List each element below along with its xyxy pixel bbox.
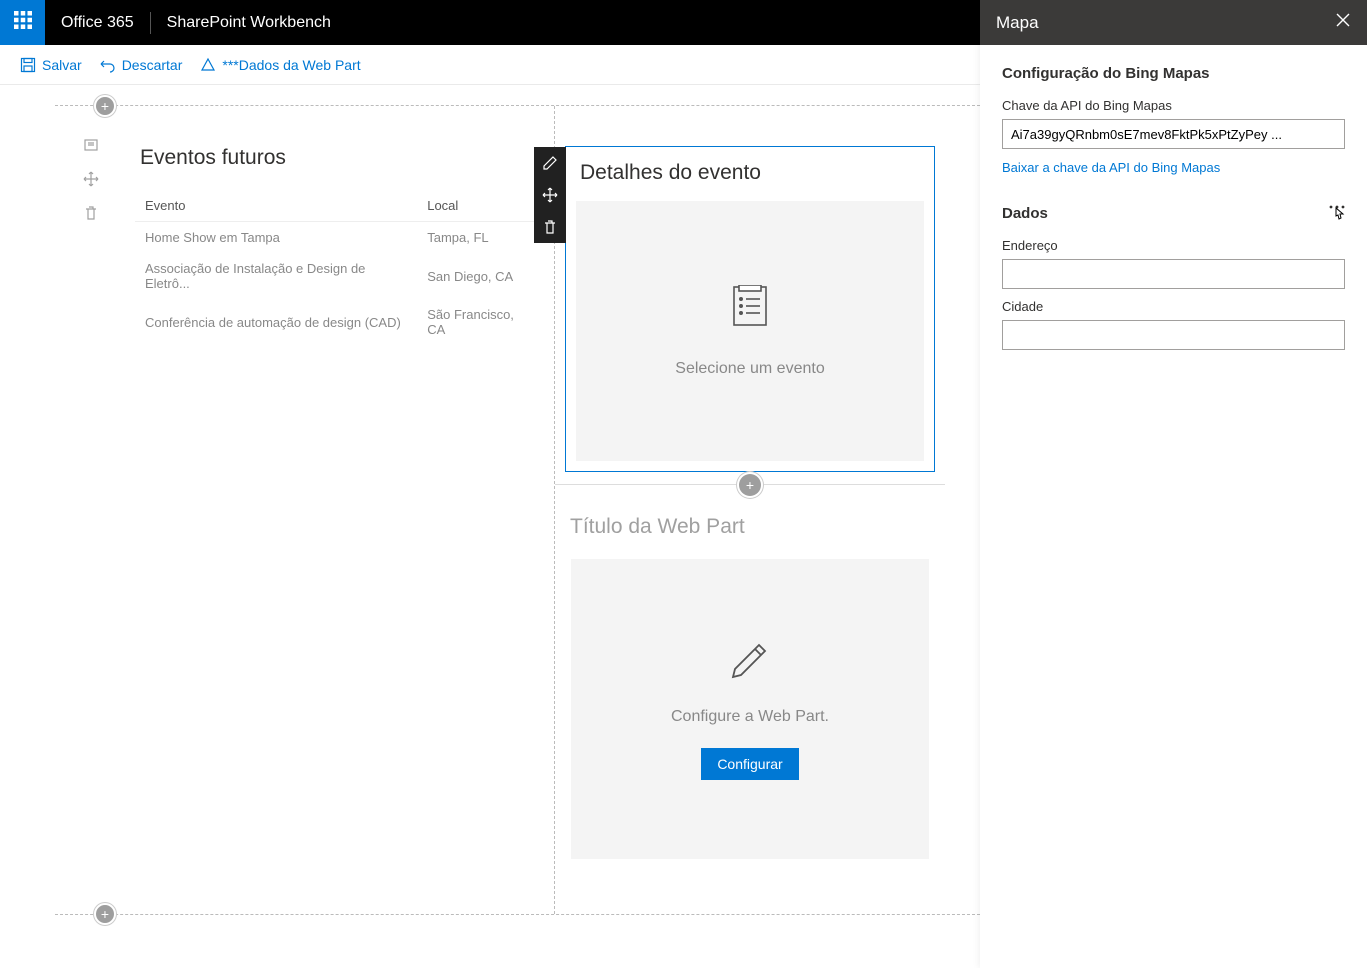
pencil-icon [729,639,771,686]
discard-button[interactable]: Descartar [100,57,183,73]
cell-event: Associação de Instalação e Design de Ele… [135,253,417,299]
address-input[interactable] [1002,259,1345,289]
list-icon [732,285,768,332]
webpart-separator: + [555,484,945,485]
discard-label: Descartar [122,57,183,73]
events-webpart-title: Eventos futuros [135,146,544,170]
add-section-top[interactable]: + [94,95,116,117]
city-label: Cidade [1002,299,1345,314]
move-webpart-button[interactable] [534,179,566,211]
api-key-input[interactable] [1002,119,1345,149]
webpart-toolbar [534,147,566,243]
event-details-webpart[interactable]: Detalhes do evento Selecione um evento [565,146,935,472]
canvas-wrapper: + + Eventos futuros Evento Local Home Sh… [0,85,980,968]
product-label: SharePoint Workbench [151,14,347,32]
config-webpart: Título da Web Part Configure a Web Part.… [565,515,935,859]
panel-body: Configuração do Bing Mapas Chave da API … [980,45,1367,380]
th-location[interactable]: Local [417,190,544,222]
canvas-zone: + + Eventos futuros Evento Local Home Sh… [55,105,980,915]
city-input[interactable] [1002,320,1345,350]
th-event[interactable]: Evento [135,190,417,222]
panel-header: Mapa [980,0,1367,45]
table-row[interactable]: Home Show em TampaTampa, FL [135,222,544,254]
detail-empty-message: Selecione um evento [675,360,824,378]
add-webpart-button[interactable]: + [739,474,761,496]
cursor-pointer-icon [1331,206,1347,227]
property-panel: Mapa Configuração do Bing Mapas Chave da… [980,0,1367,968]
configure-button[interactable]: Configurar [701,748,798,780]
panel-section-data: Dados [1002,205,1345,222]
webpart-data-button[interactable]: ***Dados da Web Part [200,57,360,73]
config-message: Configure a Web Part. [671,708,829,726]
table-row[interactable]: Conferência de automação de design (CAD)… [135,299,544,345]
save-button[interactable]: Salvar [20,57,82,73]
delete-webpart-button[interactable] [534,211,566,243]
download-api-key-link[interactable]: Baixar a chave da API do Bing Mapas [1002,160,1220,175]
cell-location: Tampa, FL [417,222,544,254]
cell-location: São Francisco, CA [417,299,544,345]
cell-event: Home Show em Tampa [135,222,417,254]
undo-icon [100,57,116,73]
brand-label: Office 365 [45,14,150,32]
cell-event: Conferência de automação de design (CAD) [135,299,417,345]
table-row[interactable]: Associação de Instalação e Design de Ele… [135,253,544,299]
panel-title: Mapa [996,13,1335,33]
config-webpart-body: Configure a Web Part. Configurar [571,559,929,859]
panel-section-bing: Configuração do Bing Mapas [1002,65,1345,82]
address-label: Endereço [1002,238,1345,253]
panel-close-button[interactable] [1335,12,1351,33]
webpart-data-label: ***Dados da Web Part [222,57,360,73]
save-label: Salvar [42,57,82,73]
left-column: Eventos futuros Evento Local Home Show e… [55,106,555,914]
waffle-icon [14,11,32,34]
detail-webpart-title: Detalhes do evento [566,147,934,191]
cell-location: San Diego, CA [417,253,544,299]
right-column: Detalhes do evento Selecione um evento +… [555,106,980,914]
api-key-label: Chave da API do Bing Mapas [1002,98,1345,113]
detail-webpart-body: Selecione um evento [576,201,924,461]
edit-webpart-button[interactable] [534,147,566,179]
triangle-icon [200,57,216,73]
events-table: Evento Local Home Show em TampaTampa, FL… [135,190,544,345]
config-webpart-title-placeholder[interactable]: Título da Web Part [565,515,935,539]
save-icon [20,57,36,73]
app-launcher-button[interactable] [0,0,45,45]
add-section-bottom[interactable]: + [94,903,116,925]
